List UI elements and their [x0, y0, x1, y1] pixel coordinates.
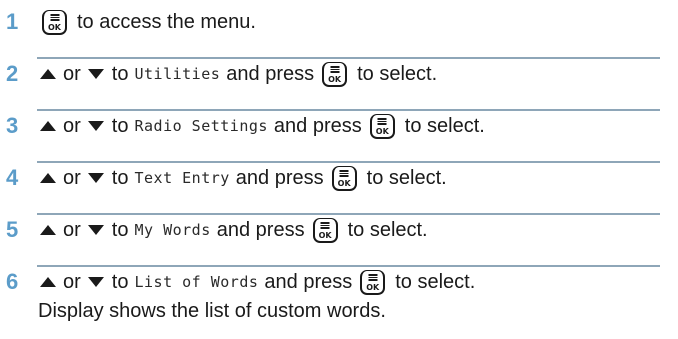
- menu-item-name: Radio Settings: [134, 117, 268, 135]
- menu-item-name: My Words: [134, 221, 211, 239]
- select-text: to select.: [357, 63, 438, 85]
- step-number: 5: [6, 217, 19, 242]
- step-content: or to Radio Settings and press OK to sel…: [38, 113, 485, 139]
- step-2: 2 or to Utilities and press OK to select…: [0, 61, 660, 111]
- to-text: to: [111, 271, 129, 293]
- step-divider: [37, 265, 660, 267]
- menu-ok-key-icon: OK: [312, 217, 338, 243]
- select-text: to select.: [347, 219, 428, 241]
- up-arrow-icon: [40, 69, 56, 79]
- to-text: to: [111, 63, 129, 85]
- down-arrow-icon: [87, 225, 104, 235]
- step-content: or to Text Entry and press OK to select.: [38, 165, 447, 191]
- step-number: 4: [6, 165, 19, 190]
- step-content: OK to access the menu.: [38, 9, 256, 35]
- menu-item-name: List of Words: [134, 273, 259, 291]
- up-arrow-icon: [40, 121, 56, 131]
- up-arrow-icon: [40, 277, 56, 287]
- to-text: to: [111, 219, 129, 241]
- menu-ok-key-icon: OK: [360, 269, 386, 295]
- or-text: or: [63, 271, 81, 293]
- press-text: and press: [216, 219, 305, 241]
- or-text: or: [63, 63, 81, 85]
- to-text: to: [111, 167, 129, 189]
- step-number: 6: [6, 269, 19, 294]
- step-number: 1: [6, 9, 19, 34]
- procedure-steps: 1 OK to access the menu. 2 or to Utiliti…: [0, 0, 678, 339]
- step-text: to access the menu.: [77, 11, 256, 33]
- up-arrow-icon: [40, 225, 56, 235]
- down-arrow-icon: [87, 121, 104, 131]
- menu-ok-key-icon: OK: [369, 113, 395, 139]
- step-result-note: Display shows the list of custom words.: [38, 300, 386, 322]
- step-5: 5 or to My Words and press OK to select.: [0, 217, 660, 267]
- menu-ok-key-icon: OK: [331, 165, 357, 191]
- down-arrow-icon: [87, 277, 104, 287]
- step-content: or to Utilities and press OK to select.: [38, 61, 437, 87]
- to-text: to: [111, 115, 129, 137]
- press-text: and press: [264, 271, 353, 293]
- select-text: to select.: [395, 271, 476, 293]
- menu-ok-key-icon: OK: [322, 61, 348, 87]
- press-text: and press: [273, 115, 362, 137]
- step-number: 2: [6, 61, 19, 86]
- press-text: and press: [235, 167, 324, 189]
- down-arrow-icon: [87, 173, 104, 183]
- step-3: 3 or to Radio Settings and press OK to s…: [0, 113, 660, 163]
- or-text: or: [63, 219, 81, 241]
- step-1: 1 OK to access the menu.: [0, 9, 660, 59]
- menu-item-name: Text Entry: [134, 169, 230, 187]
- select-text: to select.: [404, 115, 485, 137]
- step-content: or to List of Words and press OK to sele…: [38, 269, 475, 295]
- up-arrow-icon: [40, 173, 56, 183]
- press-text: and press: [226, 63, 315, 85]
- step-divider: [37, 161, 660, 163]
- menu-ok-key-icon: OK: [42, 9, 67, 35]
- step-divider: [37, 213, 660, 215]
- step-6: 6 or to List of Words and press OK to se…: [0, 269, 660, 329]
- down-arrow-icon: [87, 69, 104, 79]
- step-number: 3: [6, 113, 19, 138]
- step-divider: [37, 109, 660, 111]
- menu-item-name: Utilities: [134, 65, 221, 83]
- step-divider: [37, 57, 660, 59]
- or-text: or: [63, 115, 81, 137]
- select-text: to select.: [366, 167, 447, 189]
- step-content: or to My Words and press OK to select.: [38, 217, 428, 243]
- step-4: 4 or to Text Entry and press OK to selec…: [0, 165, 660, 215]
- or-text: or: [63, 167, 81, 189]
